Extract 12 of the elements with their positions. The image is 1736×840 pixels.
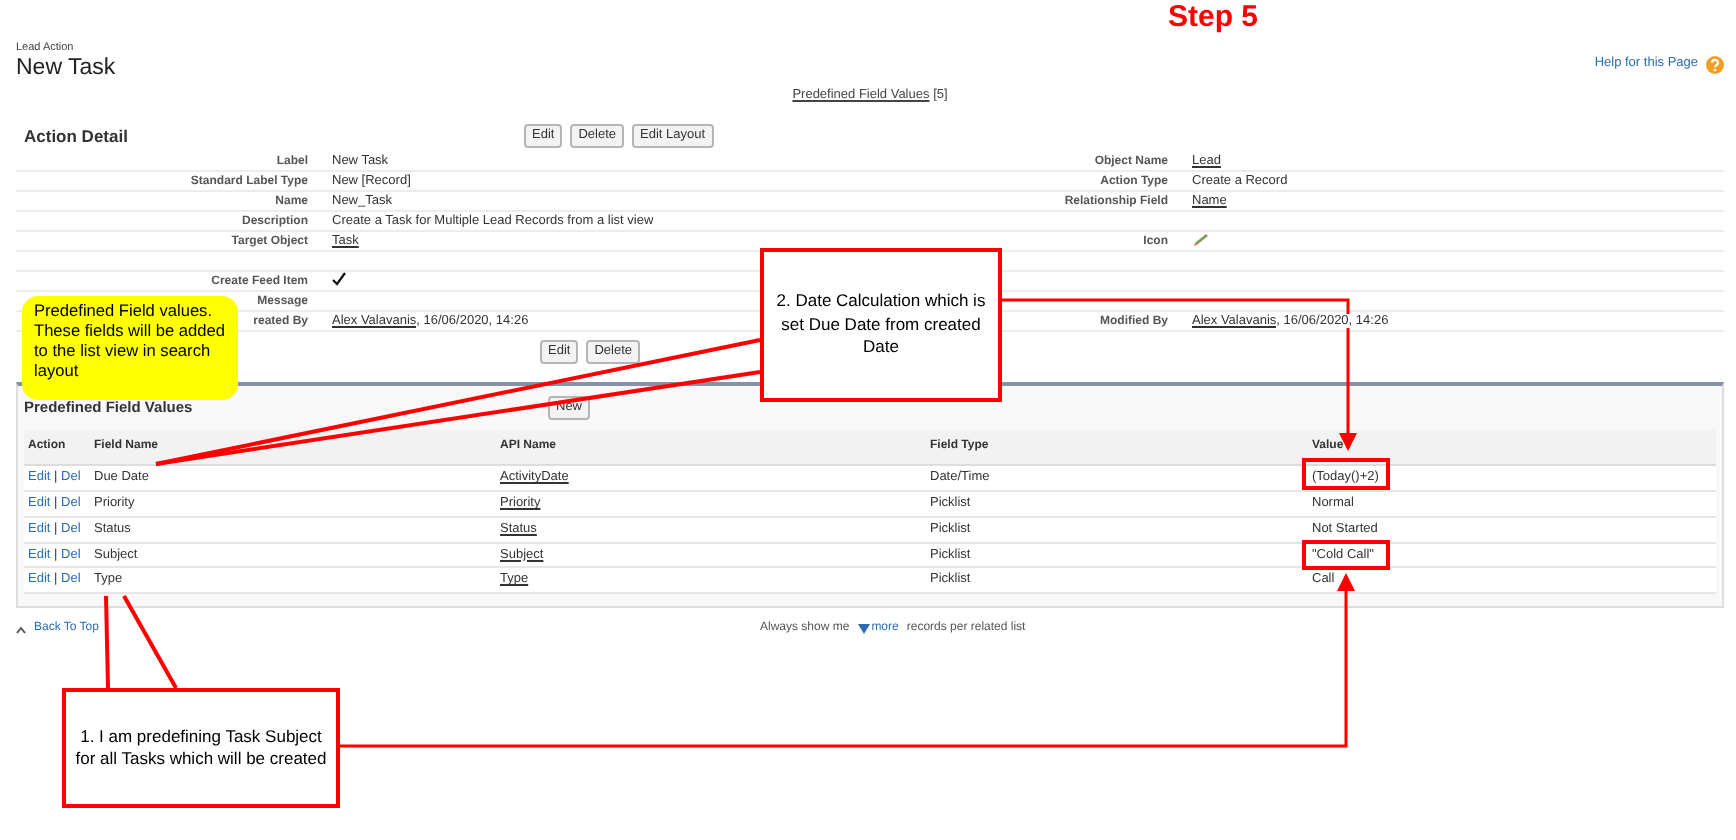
page-title: New Task [16, 55, 116, 81]
highlight-box [1302, 540, 1390, 570]
highlight-box [1302, 458, 1390, 490]
help-icon[interactable] [1706, 55, 1724, 74]
section-title: Action Detail [22, 123, 130, 149]
step-title: Step 5 [1168, 0, 1259, 38]
caret-icon [857, 624, 870, 635]
callout-box: 2. Date Calculation which is set Due Date from created Date [760, 248, 1002, 402]
callout-box: 1. I am predefining Task Subject for all Tasks which will be created [62, 688, 340, 808]
pencil-icon [1192, 231, 1210, 248]
caret-icon [16, 625, 26, 634]
sticky-note: Predefined Field values. These fields will be added to the list view in search layout [22, 296, 238, 400]
